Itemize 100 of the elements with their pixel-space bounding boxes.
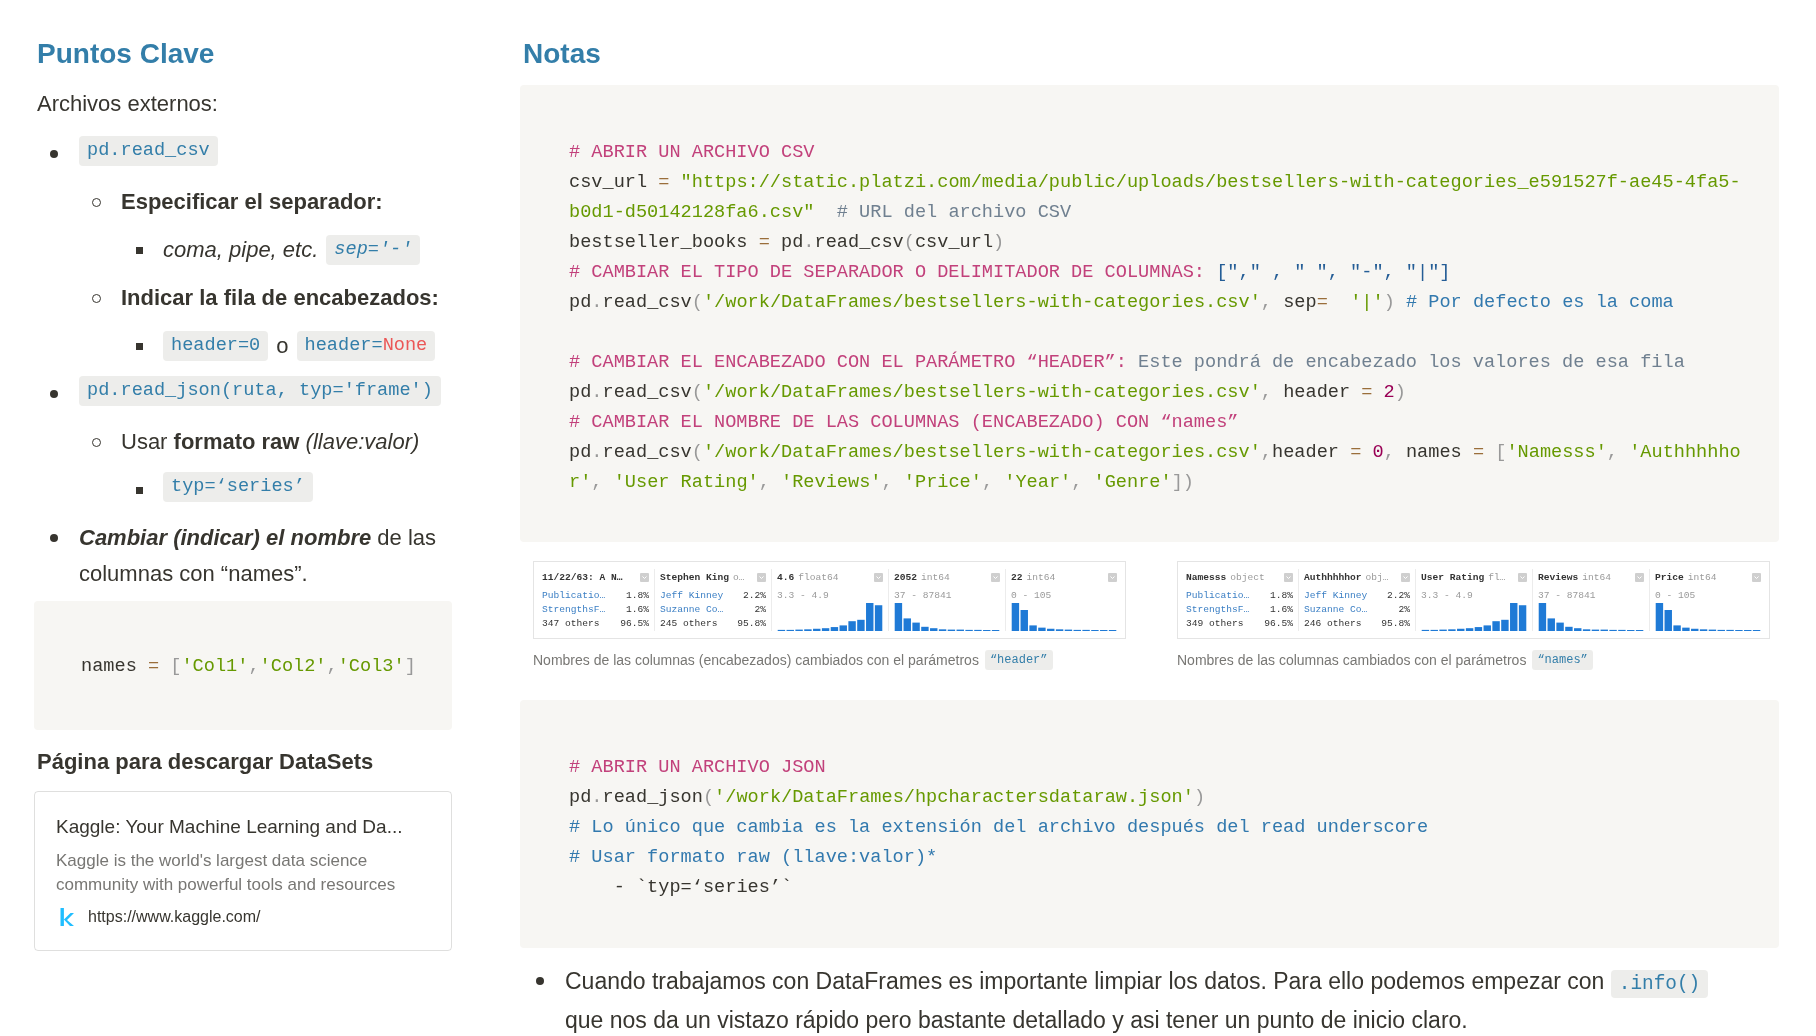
code-line: bestseller_books = pd.read_csv(csv_url) (569, 231, 1005, 255)
bookmark-description: Kaggle is the world's largest data science community with powerful tools and resources (56, 850, 397, 896)
value-range: 37 - 87841 (1538, 589, 1596, 603)
category-share: 2% (754, 603, 766, 617)
value-range: 0 - 105 (1655, 589, 1696, 603)
category-label: 349 others (1186, 617, 1244, 631)
value-range: 0 - 105 (1011, 589, 1052, 603)
code-line: - `typ=‘series’` (612, 876, 793, 900)
section-heading: Puntos Clave (37, 37, 215, 71)
column-title: Authhhhhor (1304, 571, 1362, 583)
list-text: Especificar el separador: (121, 188, 383, 216)
histogram-bar (1655, 603, 1664, 631)
category-share: 95.8% (1381, 617, 1410, 631)
histogram-bar (874, 605, 883, 631)
category-share: 1.8% (1269, 589, 1293, 603)
column-title: 22 (1011, 571, 1023, 583)
category-label: Suzanne Co… (660, 603, 724, 617)
category-share: 96.5% (1264, 617, 1293, 631)
code-line: csv_url = "https://static.platzi.com/media/public/uploads/bestsellers-with-categories_e591527f-ae45-4fa5-b0d1-d50142128fa6.csv" # URL del archivo CSV (569, 171, 1742, 225)
column-title: Price (1655, 571, 1684, 583)
column-menu-icon[interactable] (1635, 572, 1644, 582)
code-line: pd.read_json('/work/DataFrames/hpcharactersdataraw.json') (569, 786, 1206, 810)
code-line: # ABRIR UN ARCHIVO CSV (569, 141, 815, 165)
inline-code: typ=‘series’ (163, 472, 313, 502)
column-title: Namesss (1186, 571, 1227, 583)
image-caption: Nombres de las columnas cambiados con el parámetros (1177, 651, 1527, 670)
letter-k-logo-icon (60, 908, 74, 926)
square-bullet-icon (136, 246, 143, 254)
inline-code: “names” (1532, 650, 1593, 670)
category-share: 2.2% (742, 589, 766, 603)
inline-code: pd.read_csv (79, 136, 218, 166)
subheading: Página para descargar DataSets (37, 748, 374, 776)
column-title: 4.6 (777, 571, 795, 583)
category-share: 2% (1398, 603, 1410, 617)
code-line: # CAMBIAR EL NOMBRE DE LAS COLUMNAS (ENCABEZADO) CON “names” (569, 411, 1239, 435)
column-menu-icon[interactable] (874, 572, 883, 582)
column-menu-icon[interactable] (1401, 572, 1410, 582)
square-bullet-icon (136, 486, 143, 494)
category-label: Jeff Kinney (1304, 589, 1368, 603)
column-type: fl… (1488, 571, 1506, 583)
bookmark-title: Kaggle: Your Machine Learning and Da... (56, 815, 403, 839)
code-line: # CAMBIAR EL ENCABEZADO CON EL PARÁMETRO “HEADER”: Este pondrá de encabezado los valores de esa fila (569, 350, 1685, 375)
column-title: Stephen King (660, 571, 730, 583)
category-share: 1.6% (625, 603, 649, 617)
square-bullet-icon (136, 342, 143, 350)
category-label: 246 others (1304, 617, 1362, 631)
code-line: # Lo único que cambia es la extensión del archivo después del read underscore (569, 816, 1429, 840)
value-range: 3.3 - 4.9 (1421, 589, 1473, 603)
column-type: o… (733, 571, 745, 583)
inline-code: pd.read_json(ruta, typ='frame') (79, 376, 441, 406)
category-label: Publicatio… (542, 589, 606, 603)
inline-code: sep='-' (326, 235, 421, 265)
inline-code: header=None (296, 331, 436, 361)
histogram-bar (1518, 605, 1527, 631)
column-title: User Rating (1421, 571, 1485, 583)
code-line: # CAMBIAR EL TIPO DE SEPARADOR O DELIMITADOR DE COLUMNAS: ["," , " ", "-", "|"] (569, 261, 1451, 285)
bookmark-card[interactable]: Kaggle: Your Machine Learning and Da... Kaggle is the world's largest data science community with powerful tools and resources https://www.kaggle.com/ (34, 791, 452, 951)
code-line: names = ['Col1','Col2','Col3'] (81, 655, 416, 679)
column-type: int64 (1687, 571, 1717, 583)
list-text: Cambiar (indicar) el nombre de las columnas con “names”. (79, 524, 437, 588)
category-label: Suzanne Co… (1304, 603, 1368, 617)
value-range: 37 - 87841 (894, 589, 952, 603)
category-label: StrengthsF… (542, 603, 606, 617)
image-caption: Nombres de las columnas (encabezados) cambiados con el parámetros (533, 651, 979, 670)
code-line: pd.read_csv('/work/DataFrames/bestsellers-with-categories.csv',header = 0, names = ['Namesss', 'Authhhhhor', 'User Rating', 'Reviews', 'Price', 'Year', 'Genre']) (569, 441, 1742, 495)
category-share: 1.8% (625, 589, 649, 603)
category-share: 2.2% (1386, 589, 1410, 603)
code-line: pd.read_csv('/work/DataFrames/bestsellers-with-categories.csv', sep= '|') # Por defecto es la coma (569, 291, 1674, 315)
category-label: 245 others (660, 617, 718, 631)
category-share: 96.5% (620, 617, 649, 631)
inline-code: “header” (984, 650, 1053, 670)
category-share: 1.6% (1269, 603, 1293, 617)
column-menu-icon[interactable] (640, 572, 649, 582)
list-text: Usar formato raw (llave:valor) (121, 428, 420, 456)
column-menu-icon[interactable] (757, 572, 766, 582)
column-menu-icon[interactable] (1284, 572, 1293, 582)
value-range: 3.3 - 4.9 (777, 589, 829, 603)
histogram-bar (1011, 603, 1020, 631)
code-line: pd.read_csv('/work/DataFrames/bestsellers-with-categories.csv', header = 2) (569, 381, 1406, 405)
column-menu-icon[interactable] (1108, 572, 1117, 582)
disc-bullet-icon (50, 390, 58, 398)
column-title: Reviews (1538, 571, 1579, 583)
column-type: float64 (798, 571, 839, 583)
disc-bullet-icon (536, 977, 544, 985)
column-title: 11/22/63: A N… (542, 571, 623, 583)
column-type: int64 (921, 571, 950, 583)
column-type: obj… (1365, 571, 1389, 583)
section-heading: Notas (523, 37, 601, 71)
category-label: StrengthsF… (1186, 603, 1250, 617)
list-text: Indicar la fila de encabezados: (121, 284, 439, 312)
category-share: 95.8% (737, 617, 766, 631)
column-type: object (1230, 571, 1265, 583)
column-menu-icon[interactable] (1752, 572, 1761, 582)
bookmark-url: https://www.kaggle.com/ (88, 907, 261, 927)
category-label: Publicatio… (1186, 589, 1250, 603)
column-title: 2052 (894, 571, 918, 583)
column-menu-icon[interactable] (1518, 572, 1527, 582)
subheading: Archivos externos: (37, 90, 218, 118)
column-menu-icon[interactable] (991, 572, 1000, 582)
category-label: 347 others (542, 617, 600, 631)
